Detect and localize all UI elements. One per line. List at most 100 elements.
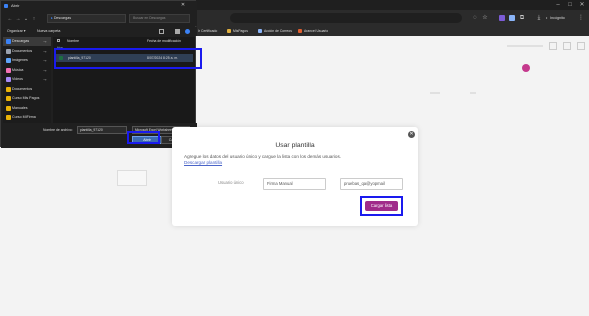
download-icon [6,39,11,44]
document-icon [6,48,11,54]
sidebar-item-label: Curso MIFirma [12,115,36,119]
user-field-label: Usuario único [218,180,244,185]
ghost-box [549,42,557,50]
incognito-label: Incógnito [550,16,565,20]
help-icon[interactable] [185,29,190,34]
puzzle-icon[interactable]: ⧉ [519,15,525,21]
sidebar-item-label: Documentos [12,86,33,91]
sidebar-item-documentos[interactable]: Documentos ⊸ [3,47,51,56]
bookmark-label: MisPagos [233,29,248,33]
ghost-line [507,45,543,47]
folder-icon [6,105,11,111]
address-bar[interactable] [230,13,462,23]
page-header-controls [507,41,585,51]
bookmark-label: Acción de Correos [264,29,292,33]
dialog-navigation: ← → ⌄ ↑ ▸ Descargas Buscar en Descargas [1,12,197,26]
avatar[interactable] [522,64,530,72]
sidebar-item-curso-mifirma[interactable]: Curso MIFirma [3,113,51,122]
email-field[interactable]: pruebas_qa@yopmail [340,178,403,190]
folder-icon [6,86,11,92]
sidebar-item-descargas[interactable]: Descargas ⊸ [3,37,51,46]
use-template-modal: ✕ Usar plantilla Agregue los datos del u… [172,127,418,226]
column-name[interactable]: Nombre [67,37,79,45]
modal-description: Agregue los datos del usuario único y ca… [184,154,342,159]
preview-icon[interactable] [175,29,180,34]
folder-icon [6,115,11,120]
back-icon[interactable]: ← [7,16,13,22]
pin-icon: ⊸ [43,39,47,44]
organize-button[interactable]: Organizar ▾ [7,28,26,35]
pin-icon: ⊸ [43,58,47,63]
chrome-icon [4,4,8,8]
menu-icon[interactable]: ⋮ [578,15,584,21]
filename-label: Nombre de archivo: [43,128,73,132]
pin-icon: ⊸ [43,77,47,82]
sidebar-item-curso-mis-pagos[interactable]: Curso Mis Pagos [3,94,51,103]
sidebar-item-videos[interactable]: Videos ⊸ [3,75,51,84]
extension-icon[interactable] [499,15,505,21]
sidebar-item-musica[interactable]: Música ⊸ [3,66,51,75]
dialog-titlebar: Abrir ✕ [1,1,197,12]
highlight-file-row [54,48,202,69]
dialog-sidebar: Descargas ⊸ Documentos ⊸ Imágenes ⊸ Música ⊸… [3,37,51,123]
ghost-box [577,42,585,50]
dialog-close-icon[interactable]: ✕ [179,2,187,9]
dialog-title: Abrir [11,3,20,8]
maximize-icon[interactable]: □ [565,2,575,8]
select-all-checkbox[interactable] [57,39,60,42]
bookmark-label: Ir Certificado [198,29,218,33]
sidebar-item-manuales[interactable]: Manuales [3,104,51,113]
music-icon [6,67,11,73]
modal-title: Usar plantilla [275,142,315,149]
pin-icon: ⊸ [43,48,47,54]
minimize-icon[interactable]: – [553,2,563,8]
download-icon[interactable]: ⤓ [536,15,542,21]
sidebar-item-imagenes[interactable]: Imágenes ⊸ [3,56,51,65]
highlight-open-button [127,131,160,144]
chevron-down-icon[interactable]: ⌄ [23,16,29,22]
bookmark-item[interactable]: MisPagos [227,28,248,34]
upload-list-button[interactable]: Cargar lista [365,201,398,211]
filename-input[interactable]: plantilla_97120 [77,126,127,134]
ghost-line [470,92,476,94]
ghost-line [430,92,440,94]
bookmark-item[interactable]: Arancel Usuario [298,28,328,34]
close-icon[interactable]: ✕ [408,131,415,138]
dialog-search-input[interactable]: Buscar en Descargas [129,14,190,23]
dialog-address-bar[interactable]: ▸ Descargas [47,14,126,23]
folder-icon [6,96,11,101]
bookmark-label: Arancel Usuario [304,29,329,33]
view-icon[interactable] [159,29,164,34]
sidebar-item-label: Imágenes [12,58,28,62]
dialog-footer: Nombre de archivo: plantilla_97120 Micro… [1,123,197,148]
bookmark-item[interactable]: Acción de Correos [258,28,292,34]
new-folder-button[interactable]: Nueva carpeta [37,28,60,35]
search-placeholder: Buscar en Descargas [133,16,166,20]
star-icon[interactable]: ☆ [482,15,488,21]
sidebar-item-label: Manuales [12,105,28,110]
extension-icon-2[interactable] [509,15,515,21]
close-window-icon[interactable]: ✕ [577,2,587,8]
incognito-badge[interactable]: ◐ Incógnito [546,13,565,23]
column-modified[interactable]: Fecha de modificación [147,37,181,45]
sidebar-item-label: Descargas [12,39,30,43]
incognito-icon: ◐ [546,16,549,20]
video-icon [6,77,11,82]
sidebar-item-documentos-folder[interactable]: Documentos [3,85,51,94]
folder-icon [227,29,231,33]
forward-icon[interactable]: → [15,16,21,22]
ghost-button [117,170,147,186]
ghost-box [563,42,571,50]
sidebar-item-label: Curso Mis Pagos [12,96,40,100]
file-open-dialog: Abrir ✕ ← → ⌄ ↑ ▸ Descargas Buscar en De… [0,0,197,148]
signature-type-field[interactable]: Firma Manual [263,178,326,190]
pin-icon: ⊸ [43,67,47,73]
dialog-command-bar: Organizar ▾ Nueva carpeta [1,27,197,36]
download-template-link[interactable]: Descargar plantilla [184,160,222,166]
sidebar-item-label: Documentos [12,48,33,53]
image-icon [6,58,11,63]
eye-off-icon[interactable]: ◌ [472,15,478,21]
address-text: Descargas [53,16,71,20]
up-icon[interactable]: ↑ [31,16,37,22]
bookmark-icon [298,29,302,33]
